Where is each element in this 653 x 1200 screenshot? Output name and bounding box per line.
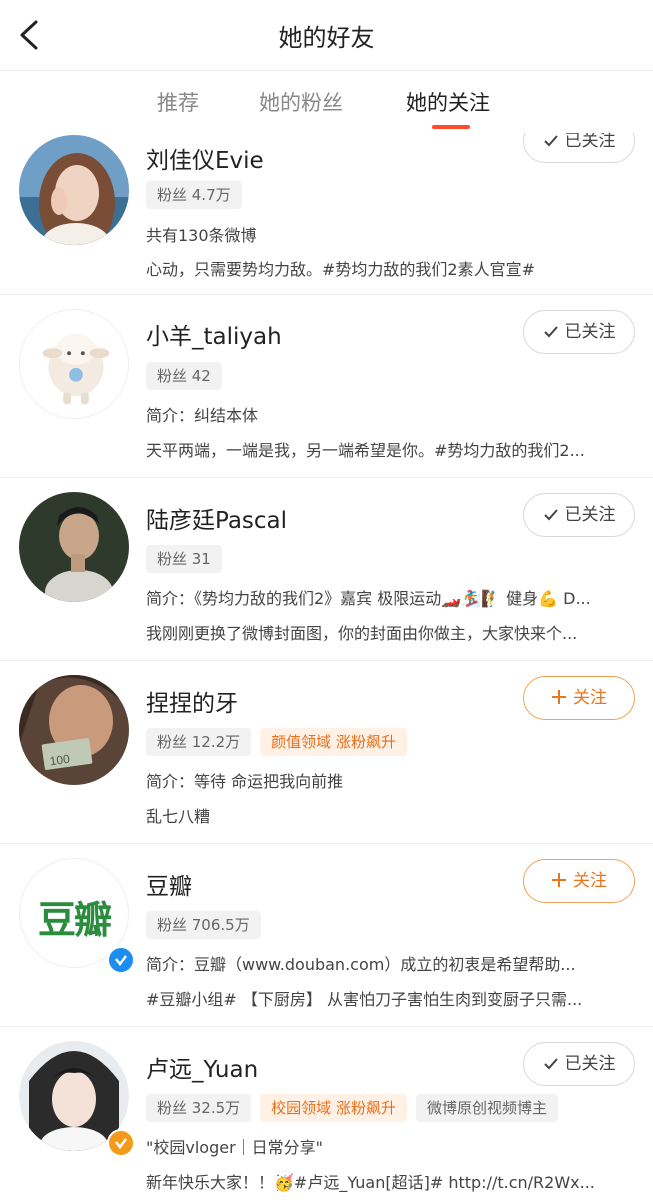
fans-count-tag: 粉丝 42 (146, 362, 222, 390)
follow-button-label: 已关注 (564, 322, 616, 342)
follow-button-label: 已关注 (564, 1054, 616, 1074)
follow-button-label: 关注 (573, 688, 607, 708)
fans-count-tag: 粉丝 706.5万 (146, 911, 261, 939)
followed-button[interactable]: 已关注 (523, 493, 635, 537)
latest-post: 我刚刚更换了微博封面图，你的封面由你做主，大家快来个... (146, 624, 578, 643)
active-tab-indicator (432, 125, 470, 129)
list-item[interactable]: 小羊_taliyah 粉丝 42 简介：纠结本体 天平两端，一端是我，另一端希望… (0, 294, 653, 478)
list-item[interactable]: 陆彦廷Pascal 粉丝 31 简介：《势均力敌的我们2》嘉宾 极限运动🏎️🏂🧗… (0, 477, 653, 661)
user-bio: "校园vloger｜日常分享" (146, 1138, 324, 1157)
followed-button[interactable]: 已关注 (523, 310, 635, 354)
follow-button-label: 已关注 (564, 505, 616, 525)
fans-count-tag: 粉丝 12.2万 (146, 728, 252, 756)
follow-button-label: 已关注 (564, 133, 616, 151)
fans-count-tag: 粉丝 32.5万 (146, 1094, 252, 1122)
tab-bar: 推荐 她的粉丝 她的关注 (0, 71, 653, 133)
rising-tag: 校园领域 涨粉飙升 (260, 1094, 407, 1122)
tab-her-fans[interactable]: 她的粉丝 (259, 87, 343, 117)
followed-button[interactable]: 已关注 (523, 133, 635, 163)
latest-post: 天平两端，一端是我，另一端希望是你。#势均力敌的我们2... (146, 441, 585, 460)
list-item[interactable]: 刘佳仪Evie 粉丝 4.7万 共有130条微博 心动，只需要势均力敌。#势均力… (0, 133, 653, 295)
latest-post: #豆瓣小组# 【下厨房】 从害怕刀子害怕生肉到变厨子只需... (146, 990, 583, 1009)
user-name[interactable]: 卢远_Yuan (146, 1050, 258, 1084)
user-bio: 简介：《势均力敌的我们2》嘉宾 极限运动🏎️🏂🧗 健身💪 D... (146, 589, 591, 608)
tab-recommend[interactable]: 推荐 (157, 87, 199, 117)
list-item[interactable]: 100 捏捏的牙 粉丝 12.2万 颜值领域 涨粉飙升 简介：等待 命运把我向前推… (0, 660, 653, 844)
user-name[interactable]: 陆彦廷Pascal (146, 501, 287, 535)
follow-button[interactable]: 关注 (523, 859, 635, 903)
douban-logo: 豆瓣 (37, 898, 112, 942)
check-icon (543, 313, 559, 355)
verified-badge-icon (107, 946, 135, 974)
avatar[interactable] (19, 492, 129, 602)
user-bio: 简介：纠结本体 (146, 406, 259, 425)
user-name[interactable]: 小羊_taliyah (146, 317, 282, 351)
plus-icon (551, 679, 567, 721)
tag-row: 粉丝 4.7万 (146, 181, 251, 209)
fans-count-tag: 粉丝 4.7万 (146, 181, 242, 209)
check-icon (543, 496, 559, 538)
user-name[interactable]: 刘佳仪Evie (146, 141, 264, 175)
tag-row: 粉丝 42 (146, 362, 231, 390)
check-icon (543, 133, 559, 164)
followed-button[interactable]: 已关注 (523, 1042, 635, 1086)
user-bio: 简介：豆瓣（www.douban.com）成立的初衷是希望帮助... (146, 955, 576, 974)
user-bio: 简介：等待 命运把我向前推 (146, 772, 344, 791)
user-bio: 共有130条微博 (146, 226, 257, 245)
avatar[interactable] (19, 309, 129, 419)
verified-badge-icon (107, 1129, 135, 1157)
tag-row: 粉丝 32.5万 校园领域 涨粉飙升 微博原创视频博主 (146, 1094, 567, 1122)
check-icon (543, 1045, 559, 1087)
follow-button[interactable]: 关注 (523, 676, 635, 720)
creator-tag: 微博原创视频博主 (415, 1094, 558, 1122)
svg-text:100: 100 (49, 752, 71, 769)
following-list[interactable]: 刘佳仪Evie 粉丝 4.7万 共有130条微博 心动，只需要势均力敌。#势均力… (0, 133, 653, 1200)
plus-icon (551, 862, 567, 904)
rising-tag: 颜值领域 涨粉飙升 (260, 728, 407, 756)
latest-post: 乱七八糟 (146, 807, 211, 826)
latest-post: 新年快乐大家！！🥳#卢远_Yuan[超话]# http://t.cn/R2Wx.… (146, 1173, 595, 1192)
user-name[interactable]: 豆瓣 (146, 867, 192, 901)
list-item[interactable]: 豆瓣 豆瓣 粉丝 706.5万 简介：豆瓣（www.douban.com）成立的… (0, 843, 653, 1027)
user-name[interactable]: 捏捏的牙 (146, 684, 238, 718)
page-title: 她的好友 (278, 24, 375, 52)
tag-row: 粉丝 12.2万 颜值领域 涨粉飙升 (146, 728, 416, 756)
tag-row: 粉丝 31 (146, 545, 231, 573)
fans-count-tag: 粉丝 31 (146, 545, 222, 573)
avatar[interactable] (19, 135, 129, 245)
follow-button-label: 关注 (573, 871, 607, 891)
latest-post: 心动，只需要势均力敌。#势均力敌的我们2素人官宣# (146, 260, 535, 279)
tag-row: 粉丝 706.5万 (146, 911, 270, 939)
avatar[interactable]: 100 (19, 675, 129, 785)
top-bar: 她的好友 (0, 0, 653, 71)
list-item[interactable]: 卢远_Yuan 粉丝 32.5万 校园领域 涨粉飙升 微博原创视频博主 "校园vlo… (0, 1026, 653, 1200)
tab-her-following[interactable]: 她的关注 (406, 87, 490, 117)
